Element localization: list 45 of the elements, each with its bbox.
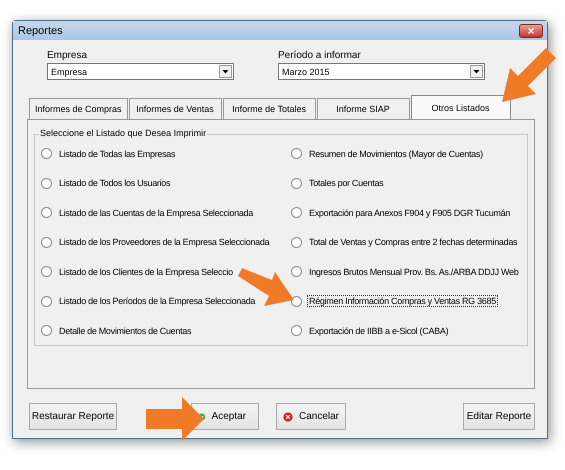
option-label[interactable]: Listado de Todas las Empresas [57, 148, 178, 160]
radio-button[interactable] [41, 148, 52, 159]
dropdown-field[interactable]: Marzo 2015 [278, 63, 485, 80]
tab[interactable]: Informe de Totales [222, 98, 316, 119]
field-label: Período a informar [278, 50, 362, 61]
radio-button[interactable] [291, 178, 302, 188]
option-label[interactable]: Listado de los Clientes de la Empresa Seleccio [57, 266, 235, 278]
option-label[interactable]: Listado de los Proveedores de la Empresa Seleccionada [57, 236, 272, 248]
radio-button[interactable] [41, 296, 52, 306]
radio-button[interactable] [291, 325, 302, 336]
option-label[interactable]: Listado de las Cuentas de la Empresa Seleccionada [57, 206, 255, 218]
tab[interactable]: Informes de Compras [29, 98, 128, 119]
radio-button[interactable] [291, 207, 302, 218]
option-label[interactable]: Exportación de IIBB a e-Sicol (CABA) [307, 324, 450, 336]
report-button[interactable]: Restaurar Reporte [29, 403, 117, 430]
tab[interactable]: Otros Listados [410, 95, 511, 119]
option-label[interactable]: Ingresos Brutos Mensual Prov. Bs. As./ARBA DDJJ Web [307, 266, 520, 278]
cancel-button[interactable]: Cancelar [276, 403, 346, 430]
option-label[interactable]: Detalle de Movimientos de Cuentas [57, 324, 194, 336]
radio-button[interactable] [41, 207, 52, 218]
report-button[interactable]: Editar Reporte [463, 403, 535, 430]
option-label[interactable]: Resumen de Movimientos (Mayor de Cuentas) [307, 148, 485, 160]
radio-button[interactable] [291, 296, 302, 306]
dropdown-field[interactable]: Empresa [47, 63, 234, 80]
option-label[interactable]: Exportación para Anexos F904 y F905 DGR Tucumán [307, 206, 512, 218]
radio-button[interactable] [291, 236, 302, 248]
accept-button[interactable]: Aceptar [191, 403, 259, 430]
group-title: Seleccione el Listado que Desea Imprimir [39, 128, 208, 138]
cancel-circle-icon [283, 410, 293, 424]
pointer-arrow [146, 397, 204, 441]
radio-button[interactable] [41, 178, 52, 188]
radio-button[interactable] [291, 266, 302, 277]
radio-button[interactable] [41, 325, 52, 336]
radio-button[interactable] [41, 266, 52, 277]
option-label[interactable]: Régimen Información Compras y Ventas RG 3685 [307, 295, 498, 307]
window-title: Reportes [18, 24, 63, 36]
field-label: Empresa [47, 50, 88, 61]
option-label[interactable]: Listado de los Períodos de la Empresa Seleccionada [57, 295, 258, 307]
radio-button[interactable] [291, 148, 302, 159]
radio-button[interactable] [41, 236, 52, 248]
tab[interactable]: Informe SIAP [316, 98, 410, 119]
option-label[interactable]: Totales por Cuentas [307, 177, 386, 189]
option-label[interactable]: Listado de Todos los Usuarios [57, 177, 172, 189]
option-label[interactable]: Total de Ventas y Compras entre 2 fechas determinadas [307, 236, 520, 248]
tab[interactable]: Informes de Ventas [128, 98, 222, 119]
